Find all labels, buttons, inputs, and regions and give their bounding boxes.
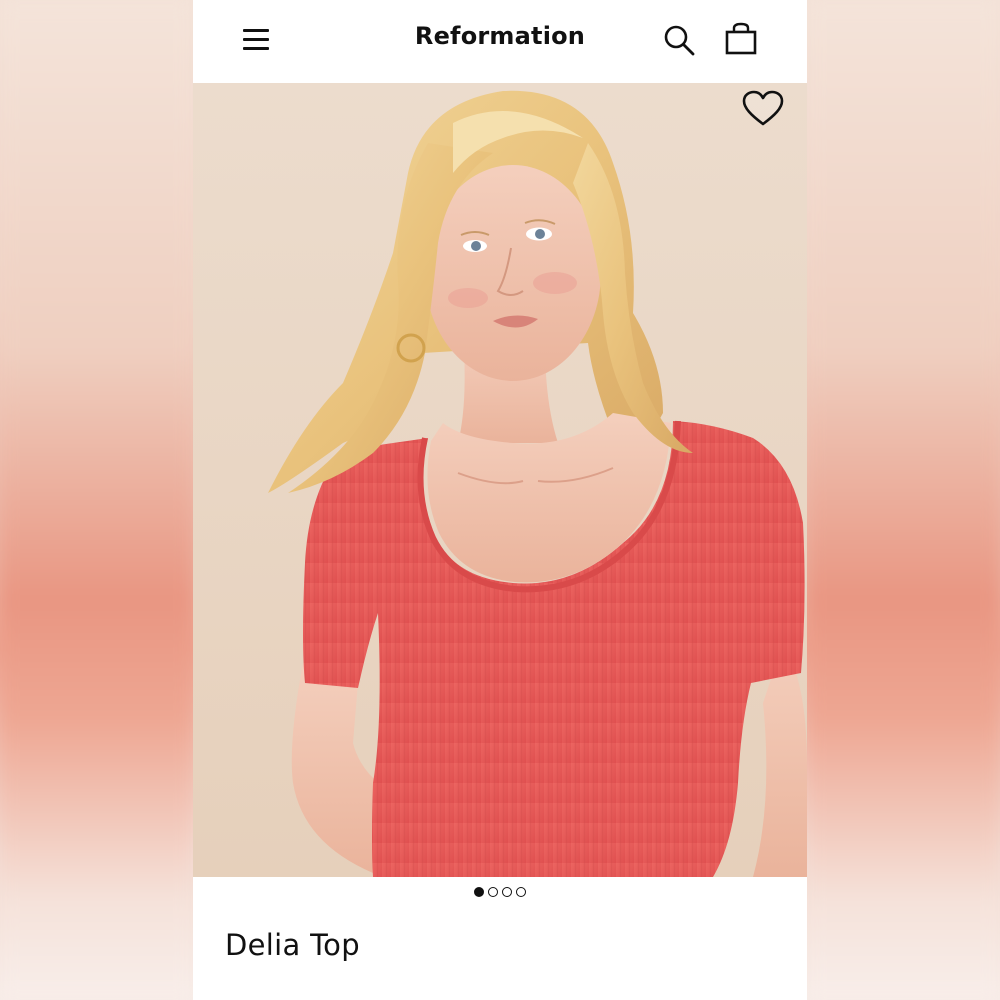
carousel-dot-3[interactable] — [502, 887, 512, 897]
search-icon[interactable] — [661, 22, 697, 58]
brand-logo: Reformation — [193, 22, 807, 50]
model-illustration — [193, 83, 807, 877]
product-title: Delia Top — [225, 928, 360, 962]
carousel-dot-2[interactable] — [488, 887, 498, 897]
carousel-dot-1[interactable] — [474, 887, 484, 897]
product-image[interactable] — [193, 83, 807, 877]
carousel-indicators — [193, 887, 807, 905]
hamburger-menu-icon[interactable] — [241, 26, 271, 54]
top-header: Reformation — [193, 0, 807, 82]
carousel-dot-4[interactable] — [516, 887, 526, 897]
shopping-bag-icon[interactable] — [721, 20, 761, 58]
phone-screen: Reformation Delia Top — [193, 0, 807, 1000]
blurred-side-right — [807, 0, 1000, 1000]
blurred-side-left — [0, 0, 193, 1000]
heart-outline-icon[interactable] — [741, 89, 785, 129]
brand-link[interactable]: Reformation — [415, 22, 585, 50]
